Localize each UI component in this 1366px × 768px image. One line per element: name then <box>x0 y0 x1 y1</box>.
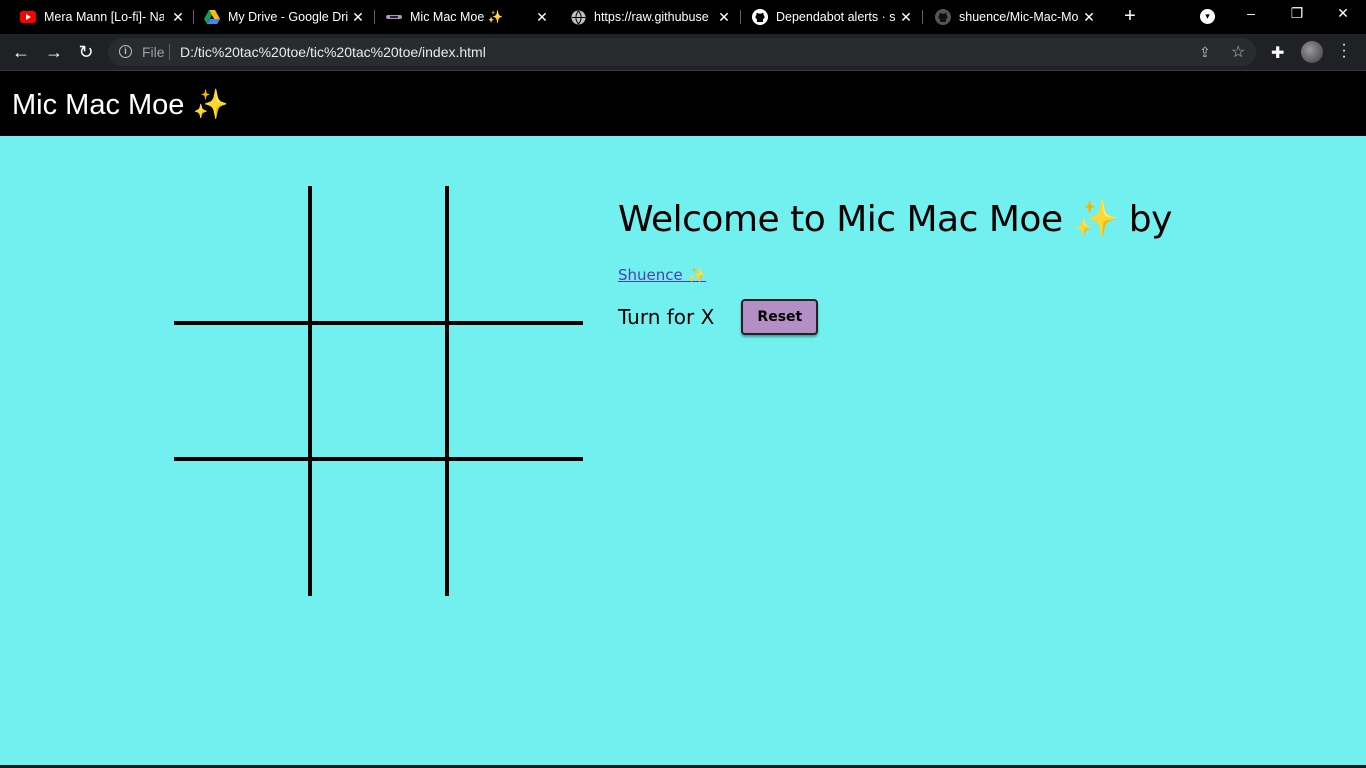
address-divider <box>169 44 170 60</box>
board-cell-5[interactable] <box>311 323 447 459</box>
close-icon[interactable]: ✕ <box>1081 9 1097 25</box>
tab-mic-mac-moe[interactable]: Mic Mac Moe ✨ ✕ <box>386 0 550 34</box>
close-icon[interactable]: ✕ <box>170 9 186 25</box>
tab-raw-githubusercontent[interactable]: https://raw.githubuse ✕ <box>570 0 732 34</box>
turn-indicator: Turn for X <box>618 305 715 329</box>
turn-row: Turn for X Reset <box>618 299 1172 335</box>
grid-line-vertical <box>445 186 449 596</box>
globe-icon <box>570 9 586 25</box>
new-tab-button[interactable]: + <box>1120 6 1140 26</box>
tab-search-icon[interactable]: ▾ <box>1200 9 1215 24</box>
browser-toolbar: ← → ↻ i File D:/tic%20tac%20toe/tic%20ta… <box>0 34 1366 71</box>
share-icon[interactable]: ⇪ <box>1199 44 1211 61</box>
board-cell-7[interactable] <box>174 460 310 596</box>
board-cell-4[interactable] <box>174 323 310 459</box>
minimize-icon[interactable]: – <box>1241 5 1261 21</box>
reload-icon[interactable]: ↻ <box>75 41 97 63</box>
browser-menu-icon[interactable]: · · · <box>1340 37 1348 65</box>
board-cell-8[interactable] <box>311 460 447 596</box>
tab-separator <box>740 10 741 24</box>
grid-line-vertical <box>308 186 312 596</box>
close-icon[interactable]: ✕ <box>350 9 366 25</box>
github-icon <box>935 9 951 25</box>
grid-line-horizontal <box>174 457 583 461</box>
tab-separator <box>193 10 194 24</box>
board-cell-9[interactable] <box>448 460 584 596</box>
window-close-icon[interactable]: ✕ <box>1333 5 1353 22</box>
bookmark-star-icon[interactable]: ☆ <box>1231 42 1245 62</box>
tab-title: shuence/Mic-Mac-Mo <box>959 10 1079 24</box>
board-cell-2[interactable] <box>311 186 447 322</box>
reset-button[interactable]: Reset <box>741 299 819 335</box>
board-cell-1[interactable] <box>174 186 310 322</box>
browser-tab-strip: Mera Mann [Lo-fi]- Na ✕ My Drive - Googl… <box>0 0 1366 34</box>
tab-title: Mera Mann [Lo-fi]- Na <box>44 10 164 24</box>
board-cell-3[interactable] <box>448 186 584 322</box>
back-icon[interactable]: ← <box>10 41 32 63</box>
google-drive-icon <box>204 9 220 25</box>
tic-tac-toe-board <box>174 186 583 596</box>
close-icon[interactable]: ✕ <box>898 9 914 25</box>
github-icon <box>752 9 768 25</box>
close-icon[interactable]: ✕ <box>716 9 732 25</box>
tab-title: Mic Mac Moe ✨ <box>410 9 504 24</box>
tab-google-drive[interactable]: My Drive - Google Dri ✕ <box>204 0 366 34</box>
url-scheme: File <box>142 44 165 60</box>
tab-separator <box>922 10 923 24</box>
game-info-panel: Welcome to Mic Mac Moe ✨ by Shuence ✨ Tu… <box>618 198 1172 335</box>
extensions-icon[interactable]: ✚ <box>1271 43 1284 63</box>
tab-title: Dependabot alerts · sh <box>776 10 896 24</box>
tab-title: https://raw.githubuse <box>594 10 709 24</box>
tab-separator <box>374 10 375 24</box>
tab-youtube[interactable]: Mera Mann [Lo-fi]- Na ✕ <box>20 0 186 34</box>
tab-github-repo[interactable]: shuence/Mic-Mac-Mo ✕ <box>935 0 1097 34</box>
info-icon[interactable]: i <box>119 45 132 58</box>
site-title: Mic Mac Moe ✨ <box>12 89 229 121</box>
board-cell-6[interactable] <box>448 323 584 459</box>
tab-dependabot-alerts[interactable]: Dependabot alerts · sh ✕ <box>752 0 914 34</box>
page-body: Mic Mac Moe ✨ Welcome to Mic Mac Moe ✨ b… <box>0 71 1366 768</box>
youtube-icon <box>20 9 36 25</box>
site-navbar: Mic Mac Moe ✨ <box>0 71 1366 136</box>
forward-icon[interactable]: → <box>43 41 65 63</box>
tab-title: My Drive - Google Dri <box>228 10 348 24</box>
close-icon[interactable]: ✕ <box>534 9 550 25</box>
grid-line-horizontal <box>174 321 583 325</box>
site-favicon <box>386 9 402 25</box>
welcome-heading: Welcome to Mic Mac Moe ✨ by <box>618 199 1172 240</box>
profile-avatar[interactable] <box>1301 41 1323 63</box>
url-text[interactable]: D:/tic%20tac%20toe/tic%20tac%20toe/index… <box>180 44 486 60</box>
author-link[interactable]: Shuence ✨ <box>618 266 706 284</box>
restore-icon[interactable]: ❐ <box>1287 5 1307 22</box>
address-bar[interactable]: i File D:/tic%20tac%20toe/tic%20tac%20to… <box>108 38 1256 66</box>
